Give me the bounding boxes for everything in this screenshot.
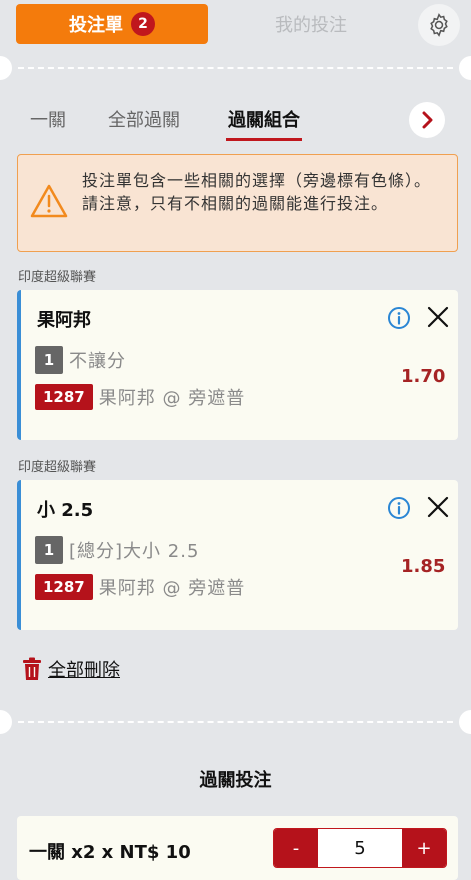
decrement-button[interactable]: - — [274, 829, 318, 867]
selection-card: 果阿邦 1 不讓分 1287 果阿邦 @ 旁遮普 1.70 — [17, 290, 458, 440]
odds-value: 1.85 — [401, 556, 446, 577]
line-number-badge: 1 — [35, 536, 63, 564]
league-name: 印度超級聯賽 — [18, 460, 97, 475]
trash-icon — [23, 657, 41, 680]
selection-title: 小 2.5 — [37, 500, 94, 521]
selection-card: 小 2.5 1 [總分]大小 2.5 1287 果阿邦 @ 旁遮普 1.85 — [17, 480, 458, 630]
delete-all-label: 全部刪除 — [48, 660, 120, 681]
tab-parlay-combo[interactable]: 過關組合 — [226, 106, 302, 141]
top-tabs: 投注單 2 我的投注 — [16, 4, 460, 46]
tab-my-bets[interactable]: 我的投注 — [226, 4, 396, 44]
chevron-right-icon — [422, 111, 433, 129]
info-icon[interactable] — [387, 496, 411, 520]
market-line: 1 [總分]大小 2.5 — [35, 536, 199, 564]
tab-parlay-combo-label: 過關組合 — [228, 110, 300, 131]
parlay-section-title: 過關投注 — [199, 770, 272, 791]
event-line: 1287 果阿邦 @ 旁遮普 — [35, 384, 245, 410]
quantity-stepper: - 5 + — [273, 828, 447, 868]
league-name: 印度超級聯賽 — [18, 270, 97, 285]
settings-button[interactable] — [418, 4, 460, 46]
related-selections-warning: 投注單包含一些相關的選擇（旁邊標有色條）。請注意，只有不相關的過關能進行投注。 — [17, 154, 458, 252]
active-tab-underline — [226, 138, 302, 141]
matchup: 果阿邦 @ 旁遮普 — [98, 388, 246, 409]
stake-label: 一關 x2 x NT$ 10 — [29, 842, 191, 863]
info-icon[interactable] — [387, 306, 411, 330]
stake-row: 一關 x2 x NT$ 10 - 5 + — [17, 816, 458, 880]
event-code-badge: 1287 — [35, 384, 93, 410]
event-code-badge: 1287 — [35, 574, 93, 600]
matchup: 果阿邦 @ 旁遮普 — [98, 578, 246, 599]
close-icon[interactable] — [425, 494, 451, 520]
tab-all-parlay[interactable]: 全部過關 — [108, 106, 180, 132]
ticket-divider-top — [0, 56, 471, 80]
settings-gear-icon — [430, 13, 448, 37]
tab-bet-slip[interactable]: 投注單 2 — [16, 4, 208, 44]
tab-single[interactable]: 一關 — [30, 106, 66, 132]
market-line: 1 不讓分 — [35, 346, 126, 374]
close-icon[interactable] — [425, 304, 451, 330]
warning-triangle-icon — [30, 184, 68, 218]
event-line: 1287 果阿邦 @ 旁遮普 — [35, 574, 245, 600]
tab-bet-slip-label: 投注單 — [69, 15, 123, 36]
quantity-value[interactable]: 5 — [318, 829, 402, 867]
delete-all-button[interactable]: 全部刪除 — [22, 656, 120, 682]
bet-count-badge: 2 — [131, 12, 155, 36]
market-name: 不讓分 — [69, 351, 126, 372]
selection-title: 果阿邦 — [37, 310, 91, 331]
bet-type-tabs: 一關 全部過關 過關組合 — [0, 100, 471, 144]
ticket-divider-bottom — [0, 710, 471, 734]
increment-button[interactable]: + — [402, 829, 446, 867]
market-name: [總分]大小 2.5 — [69, 541, 200, 562]
warning-text: 投注單包含一些相關的選擇（旁邊標有色條）。請注意，只有不相關的過關能進行投注。 — [82, 171, 432, 213]
odds-value: 1.70 — [401, 366, 446, 387]
line-number-badge: 1 — [35, 346, 63, 374]
tabs-scroll-right-button[interactable] — [409, 102, 445, 138]
